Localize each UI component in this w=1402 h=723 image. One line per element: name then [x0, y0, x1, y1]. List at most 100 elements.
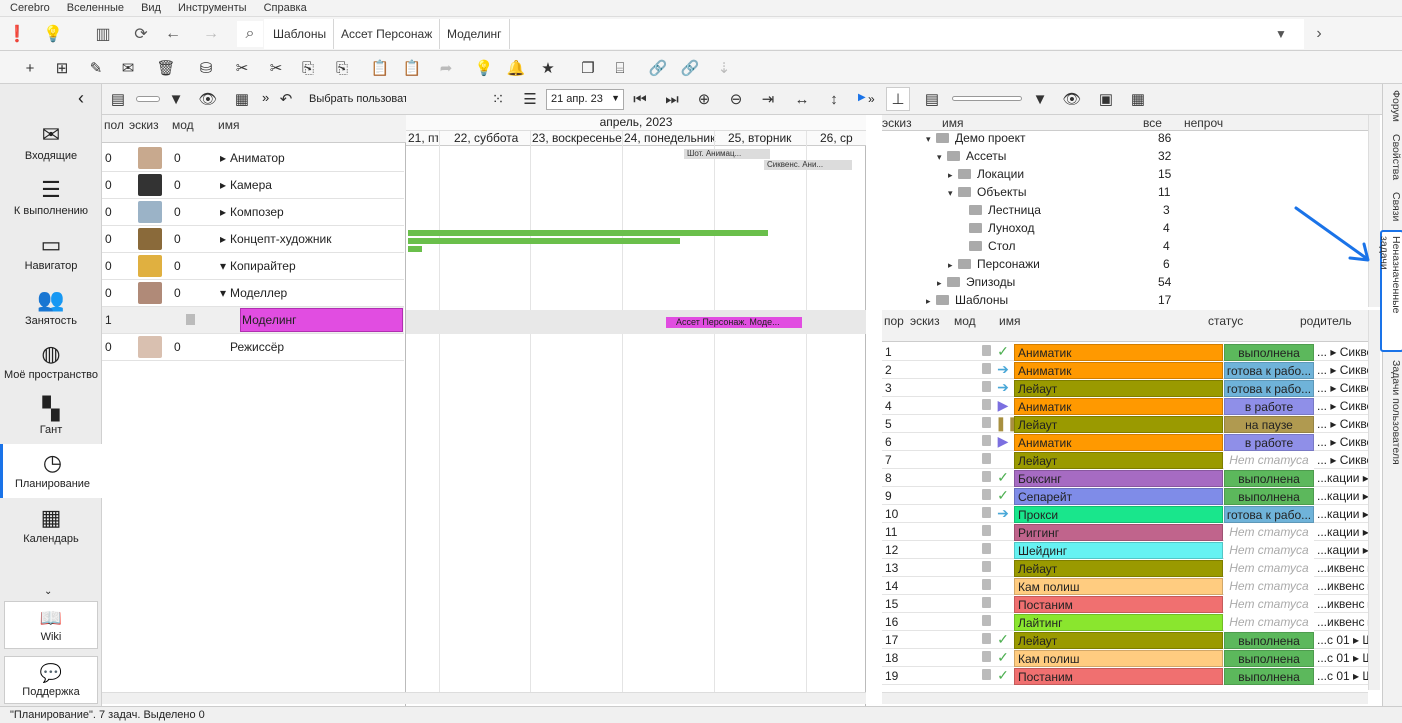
- status-badge[interactable]: Нет статуса: [1224, 524, 1314, 541]
- star-icon[interactable]: ★: [536, 56, 560, 80]
- database-icon[interactable]: ⛁: [194, 56, 218, 80]
- tree-node[interactable]: Стол: [969, 239, 1015, 257]
- more-chevron-icon[interactable]: »: [262, 90, 269, 105]
- header-name[interactable]: имя: [218, 118, 239, 132]
- edit-icon[interactable]: ✎: [84, 56, 108, 80]
- header-mod[interactable]: мод: [172, 118, 194, 132]
- tree-node[interactable]: ▸ Эпизоды: [937, 275, 1015, 293]
- dropdown-icon[interactable]: ▼: [1268, 21, 1294, 47]
- share-icon[interactable]: ➦: [434, 56, 458, 80]
- gantt-bar[interactable]: [408, 246, 422, 252]
- sidebar-item-gantt[interactable]: ▚ Гант: [0, 390, 102, 444]
- status-badge[interactable]: Нет статуса: [1224, 614, 1314, 631]
- status-badge[interactable]: выполнена: [1224, 470, 1314, 487]
- menu-tools[interactable]: Инструменты: [168, 1, 254, 14]
- tab-user-tasks[interactable]: Задачи пользователя: [1384, 360, 1402, 465]
- menu-view[interactable]: Вид: [131, 1, 168, 14]
- expand-icon[interactable]: ▾: [220, 259, 226, 273]
- table-row[interactable]: 5 ❚❚Лейаутна паузе... ▸ Сиквенс: [882, 415, 1368, 433]
- unlink-icon[interactable]: 🔗: [678, 56, 702, 80]
- tab-links[interactable]: Связи: [1384, 192, 1402, 221]
- sidebar-item-todo[interactable]: ☰ К выполнению: [0, 171, 102, 225]
- expand-icon[interactable]: ▾: [937, 152, 947, 163]
- dots-grid-icon[interactable]: ⁙: [486, 87, 510, 111]
- header-name[interactable]: имя: [942, 116, 963, 130]
- expand-icon[interactable]: ▸: [220, 232, 226, 246]
- header-mod[interactable]: мод: [954, 314, 976, 328]
- collapse-chevron-icon[interactable]: ‹: [78, 88, 84, 109]
- date-picker[interactable]: 21 апр. 23 ▼: [546, 89, 624, 110]
- table-row[interactable]: 3 ➔ Лейаутготова к рабо...... ▸ Сиквенс: [882, 379, 1368, 397]
- table-row[interactable]: 0 0 ▾ Копирайтер: [102, 253, 404, 280]
- zoom-out-icon[interactable]: ⊖: [724, 87, 748, 111]
- status-badge[interactable]: Нет статуса: [1224, 542, 1314, 559]
- task-name[interactable]: Лейаут: [1014, 380, 1223, 397]
- grid-icon[interactable]: ▦: [1126, 87, 1150, 111]
- task-name[interactable]: Лайтинг: [1014, 614, 1223, 631]
- status-badge[interactable]: Нет статуса: [1224, 560, 1314, 577]
- header-pos[interactable]: пол: [104, 118, 124, 132]
- menu-help[interactable]: Справка: [254, 1, 314, 14]
- tree-node[interactable]: ▾ Объекты: [948, 185, 1027, 203]
- expand-icon[interactable]: ▸: [948, 170, 958, 181]
- task-name[interactable]: Прокси: [1014, 506, 1223, 523]
- task-name[interactable]: Лейаут: [1014, 416, 1223, 433]
- status-badge[interactable]: Нет статуса: [1224, 578, 1314, 595]
- table-row[interactable]: 0 0 ▸ Аниматор: [102, 145, 404, 172]
- table-row[interactable]: 11 РиггингНет статуса...кации ▸ Ре: [882, 523, 1368, 541]
- table-row[interactable]: 16 ЛайтингНет статуса...иквенс ▸ Ш: [882, 613, 1368, 631]
- fit-width-icon[interactable]: ↔: [790, 87, 814, 111]
- bell-icon[interactable]: 🔔: [504, 56, 528, 80]
- refresh-icon[interactable]: ⟳: [128, 21, 154, 47]
- table-row[interactable]: 10 ➔ Проксиготова к рабо......кации ▸ Ре: [882, 505, 1368, 523]
- tasks-hscrollbar[interactable]: [882, 692, 1368, 704]
- menu-cerebro[interactable]: Cerebro: [0, 1, 57, 14]
- expand-icon[interactable]: ▸: [220, 178, 226, 192]
- task-name[interactable]: Постаним: [1014, 596, 1223, 613]
- lightbulb-icon[interactable]: 💡: [472, 56, 496, 80]
- task-name[interactable]: Боксинг: [1014, 470, 1223, 487]
- expand-icon[interactable]: ▸: [937, 278, 947, 289]
- table-row[interactable]: 19 ✓ Постанимвыполнена...с 01 ▸ Шот: [882, 667, 1368, 685]
- tag-icon[interactable]: ⌸: [608, 56, 632, 80]
- table-row[interactable]: 9 ✓ Сепарейтвыполнена...кации ▸ Ре: [882, 487, 1368, 505]
- table-row[interactable]: 0 0 ▸ Концепт-художник: [102, 226, 404, 253]
- tree-node[interactable]: Луноход: [969, 221, 1034, 239]
- expand-icon[interactable]: ▸: [220, 205, 226, 219]
- add-subtask-icon[interactable]: ⊞: [50, 56, 74, 80]
- users-hscrollbar[interactable]: [102, 692, 406, 704]
- gantt-label[interactable]: Сиквенс. Ани...: [764, 160, 852, 170]
- fit-height-icon[interactable]: ↕: [822, 87, 846, 111]
- wiki-button[interactable]: 📖 Wiki: [4, 601, 98, 649]
- tab-forum[interactable]: Форум: [1384, 90, 1402, 122]
- breadcrumb-item-templates[interactable]: Шаблоны: [266, 19, 335, 49]
- task-name[interactable]: Кам полиш: [1014, 578, 1223, 595]
- expand-icon[interactable]: ▸: [220, 151, 226, 165]
- table-row[interactable]: 0 0 ▸ Камера: [102, 172, 404, 199]
- paste-icon[interactable]: 📋: [368, 56, 392, 80]
- header-name[interactable]: имя: [999, 314, 1020, 328]
- task-name[interactable]: Лейаут: [1014, 452, 1223, 469]
- header-parent[interactable]: родитель: [1300, 314, 1352, 328]
- tree-node[interactable]: ▸ Локации: [948, 167, 1024, 185]
- tree-node[interactable]: ▾ Ассеты: [937, 149, 1006, 167]
- task-name[interactable]: Аниматик: [1014, 362, 1223, 379]
- paste-tree-icon[interactable]: 📋: [400, 56, 424, 80]
- task-name[interactable]: Шейдинг: [1014, 542, 1223, 559]
- status-badge[interactable]: выполнена: [1224, 632, 1314, 649]
- sidebar-item-calendar[interactable]: ▦ Календарь: [0, 499, 102, 553]
- table-row[interactable]: 12 ШейдингНет статуса...кации ▸ Ре: [882, 541, 1368, 559]
- header-sketch[interactable]: эскиз: [129, 118, 159, 132]
- calendar-arrow-icon[interactable]: ⇥: [756, 87, 780, 111]
- table-row[interactable]: 6 ▶ Аниматикв работе... ▸ Сиквенс: [882, 433, 1368, 451]
- thumbnail-size-slider[interactable]: [136, 96, 160, 102]
- sidebar-item-navigator[interactable]: ▭ Навигатор: [0, 226, 102, 280]
- status-badge[interactable]: выполнена: [1224, 668, 1314, 685]
- table-row[interactable]: 15 ПостанимНет статуса...иквенс ▸ Ш: [882, 595, 1368, 613]
- sidebar-item-my-space[interactable]: ◍ Моё пространство: [0, 335, 102, 389]
- expand-icon[interactable]: ▾: [220, 286, 226, 300]
- gantt-task-bar[interactable]: Ассет Персонаж. Моде...: [666, 317, 802, 328]
- gantt-bar[interactable]: [408, 230, 768, 236]
- status-badge[interactable]: в работе: [1224, 398, 1314, 415]
- task-name[interactable]: Сепарейт: [1014, 488, 1223, 505]
